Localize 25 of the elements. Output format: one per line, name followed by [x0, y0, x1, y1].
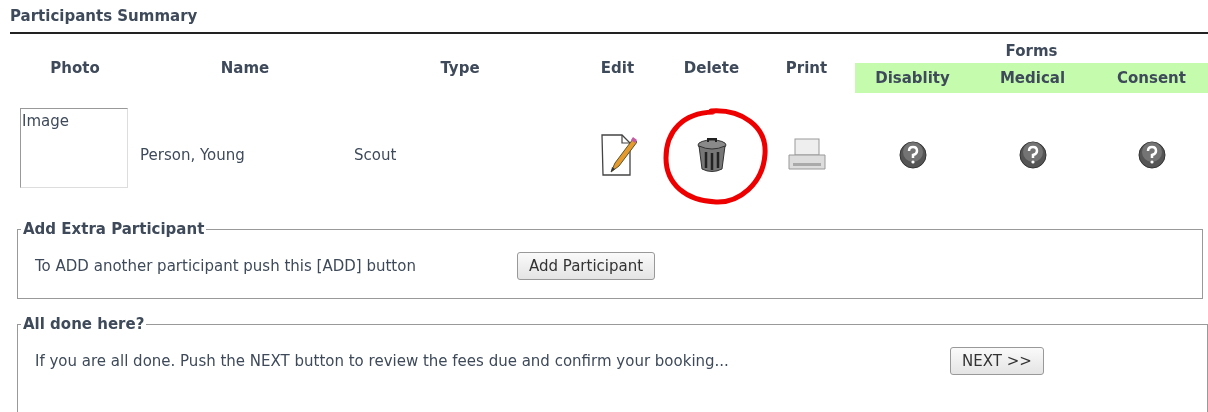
column-header: Name — [220, 58, 270, 77]
column-header: Type — [440, 58, 480, 77]
column-header: Print — [785, 58, 828, 77]
column-header: Forms — [1005, 42, 1058, 60]
next-button[interactable]: NEXT >> — [950, 347, 1044, 375]
question-icon[interactable] — [898, 141, 927, 169]
column-header: Photo — [50, 58, 100, 77]
table-cell: Scout — [354, 146, 397, 164]
section-title: Participants Summary — [10, 7, 199, 27]
question-icon[interactable] — [1137, 141, 1166, 169]
instruction-text: If you are all done. Push the NEXT button to review the fees due and confirm your booking... — [35, 352, 730, 370]
column-header: Delete — [683, 58, 740, 77]
pencil-paper-icon[interactable] — [598, 133, 637, 177]
section-legend: All done here? — [21, 315, 147, 333]
column-header: Disablity — [875, 69, 950, 87]
add-participant-button[interactable]: Add Participant — [517, 252, 656, 280]
table-cell-text: Person, Young — [140, 145, 246, 166]
trash-can-icon[interactable] — [695, 137, 728, 173]
alt-text: Image — [22, 112, 69, 130]
section-legend: Add Extra Participant — [21, 220, 207, 238]
column-header: Medical — [999, 69, 1066, 87]
column-header: Consent — [1117, 69, 1186, 87]
column-header: Edit — [600, 58, 635, 77]
question-icon[interactable] — [1018, 141, 1047, 169]
instruction-text: To ADD another participant push this [ADD] button — [35, 257, 417, 275]
